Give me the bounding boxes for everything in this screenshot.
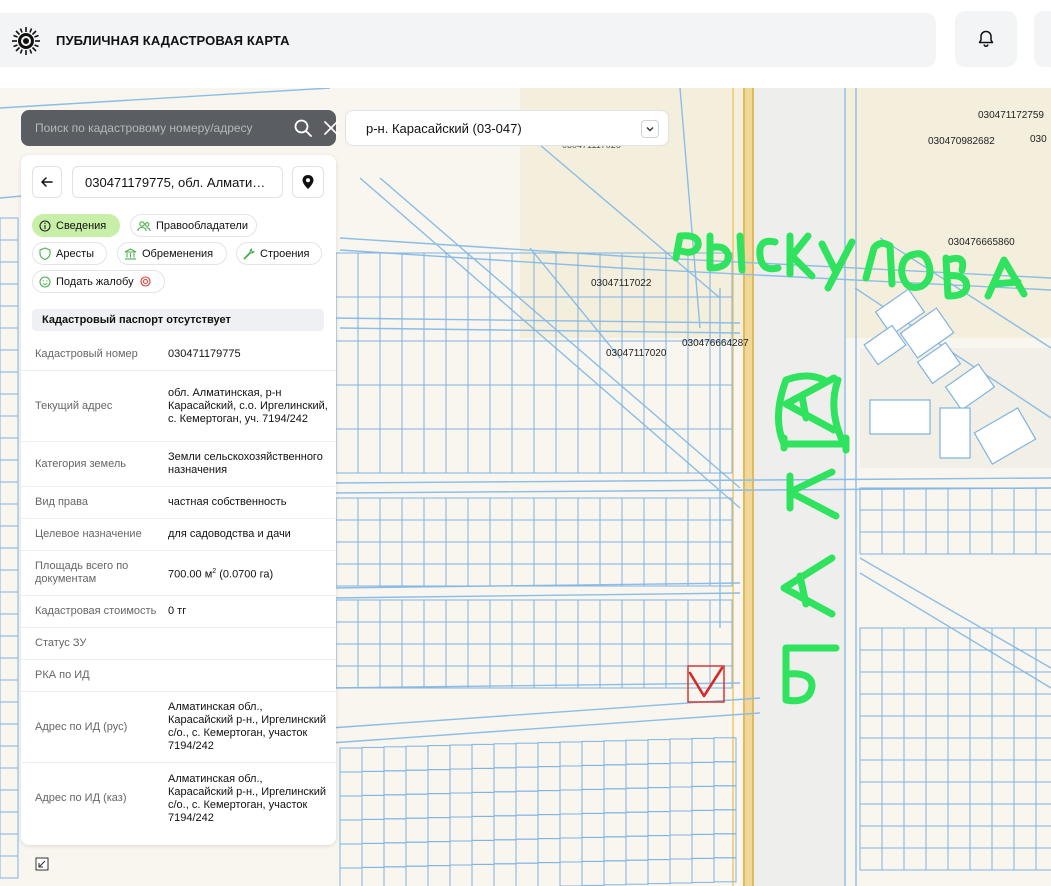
tab-info[interactable]: Сведения (32, 214, 120, 237)
table-row: Текущий адрес обл. Алматинская, р-н Кара… (21, 371, 336, 442)
close-icon[interactable] (322, 119, 340, 137)
bell-icon (978, 30, 994, 48)
parcel-title: 030471179775, обл. Алматин... (72, 166, 283, 198)
table-row: Адрес по ИД (рус) Алматинская обл., Кара… (21, 692, 336, 763)
parcel-label: 030 (1030, 134, 1047, 145)
row-value: 030471179775 (168, 348, 241, 360)
row-value: частная собственность (168, 496, 287, 508)
row-value: Алматинская обл., Карасайский р-н., Ирге… (168, 701, 326, 752)
tab-encumbrances[interactable]: Обременения (117, 242, 227, 265)
tab-label: Аресты (56, 247, 95, 260)
table-row: Статус ЗУ (21, 628, 336, 660)
info-icon (39, 219, 51, 232)
info-table: Кадастровый номер 030471179775 Текущий а… (21, 339, 336, 834)
warning-icon (140, 276, 151, 287)
tab-label: Обременения (142, 247, 214, 260)
tab-owners[interactable]: Правообладатели (130, 214, 257, 237)
arrow-left-icon (41, 177, 53, 187)
parcel-label: 030470982682 (928, 136, 995, 147)
district-selected-value: р-н. Карасайский (03-047) (366, 121, 522, 136)
parcel-label: 03047117022 (591, 278, 652, 289)
district-dropdown-button[interactable] (641, 120, 659, 138)
smile-icon (39, 275, 51, 288)
parcel-label: 030471172759 (978, 110, 1044, 121)
row-key: Адрес по ИД (каз) (35, 792, 127, 804)
parcel-info-panel: 030471179775, обл. Алматин... Сведения П… (21, 155, 336, 845)
search-icon[interactable] (293, 118, 313, 138)
wrench-icon (243, 247, 255, 260)
row-key: Кадастровая стоимость (35, 605, 157, 617)
header-bar: ПУБЛИЧНАЯ КАДАСТРОВАЯ КАРТА (0, 13, 936, 67)
table-row: Площадь всего по документам 700.00 м2 (0… (21, 551, 336, 596)
people-icon (137, 220, 151, 231)
district-select[interactable]: р-н. Карасайский (03-047) (345, 110, 669, 146)
table-row: Кадастровая стоимость 0 тг (21, 596, 336, 628)
tab-complaint[interactable]: Подать жалобу (32, 270, 165, 293)
area-hectares: (0.0700 га) (216, 568, 274, 581)
row-value: Алматинская обл., Карасайский р-н., Ирге… (168, 772, 326, 824)
tab-label: Сведения (56, 219, 107, 232)
table-row: Целевое назначение для садоводства и дач… (21, 519, 336, 551)
tab-label: Правообладатели (156, 219, 248, 232)
table-row: Адрес по ИД (каз) Алматинская обл., Кара… (21, 763, 336, 834)
tab-buildings[interactable]: Строения (236, 242, 322, 265)
shield-icon (39, 247, 51, 260)
row-key: Статус ЗУ (35, 637, 87, 649)
row-key: Площадь всего по документам (35, 560, 129, 585)
app-title: ПУБЛИЧНАЯ КАДАСТРОВАЯ КАРТА (56, 33, 290, 48)
row-value: обл. Алматинская, р-н Карасайский, с.о. … (168, 386, 328, 425)
table-row: Категория земель Земли сельскохозяйствен… (21, 442, 336, 487)
chevron-down-icon (646, 127, 654, 132)
row-value: 700.00 м2 (0.0700 га) (168, 565, 328, 582)
row-value: Земли сельскохозяйственного назначения (168, 451, 323, 476)
bank-icon (124, 247, 137, 260)
collapse-panel-icon[interactable] (35, 857, 49, 871)
header-extra-button[interactable] (1034, 11, 1051, 67)
row-key: Целевое назначение (35, 528, 142, 540)
row-key: Текущий адрес (35, 399, 113, 412)
tab-arrests[interactable]: Аресты (32, 242, 107, 265)
tab-label: Строения (260, 247, 310, 260)
table-row: Кадастровый номер 030471179775 (21, 339, 336, 371)
notice-banner: Кадастровый паспорт отсутствует (32, 309, 324, 331)
row-key: РКА по ИД (35, 669, 90, 681)
row-key: Адрес по ИД (рус) (35, 720, 128, 733)
back-button[interactable] (32, 166, 62, 198)
search-bar (21, 110, 338, 146)
emblem-icon[interactable] (12, 27, 40, 55)
notifications-button[interactable] (955, 11, 1017, 67)
search-input[interactable] (35, 119, 275, 137)
row-key: Вид права (35, 496, 88, 508)
row-value: для садоводства и дачи (168, 528, 291, 540)
locate-on-map-button[interactable] (292, 166, 324, 198)
parcel-label: 030476665860 (948, 237, 1015, 248)
table-row: РКА по ИД (21, 660, 336, 692)
parcel-label: 030476664287 (682, 338, 749, 349)
area-value: 700.00 м (168, 568, 213, 581)
tab-label: Подать жалобу (56, 275, 134, 288)
row-key: Кадастровый номер (35, 348, 138, 360)
table-row: Вид права частная собственность (21, 487, 336, 519)
map-pin-icon (302, 175, 314, 189)
row-key: Категория земель (35, 457, 126, 470)
parcel-label: 03047117020 (606, 348, 667, 359)
row-value: 0 тг (168, 605, 187, 617)
